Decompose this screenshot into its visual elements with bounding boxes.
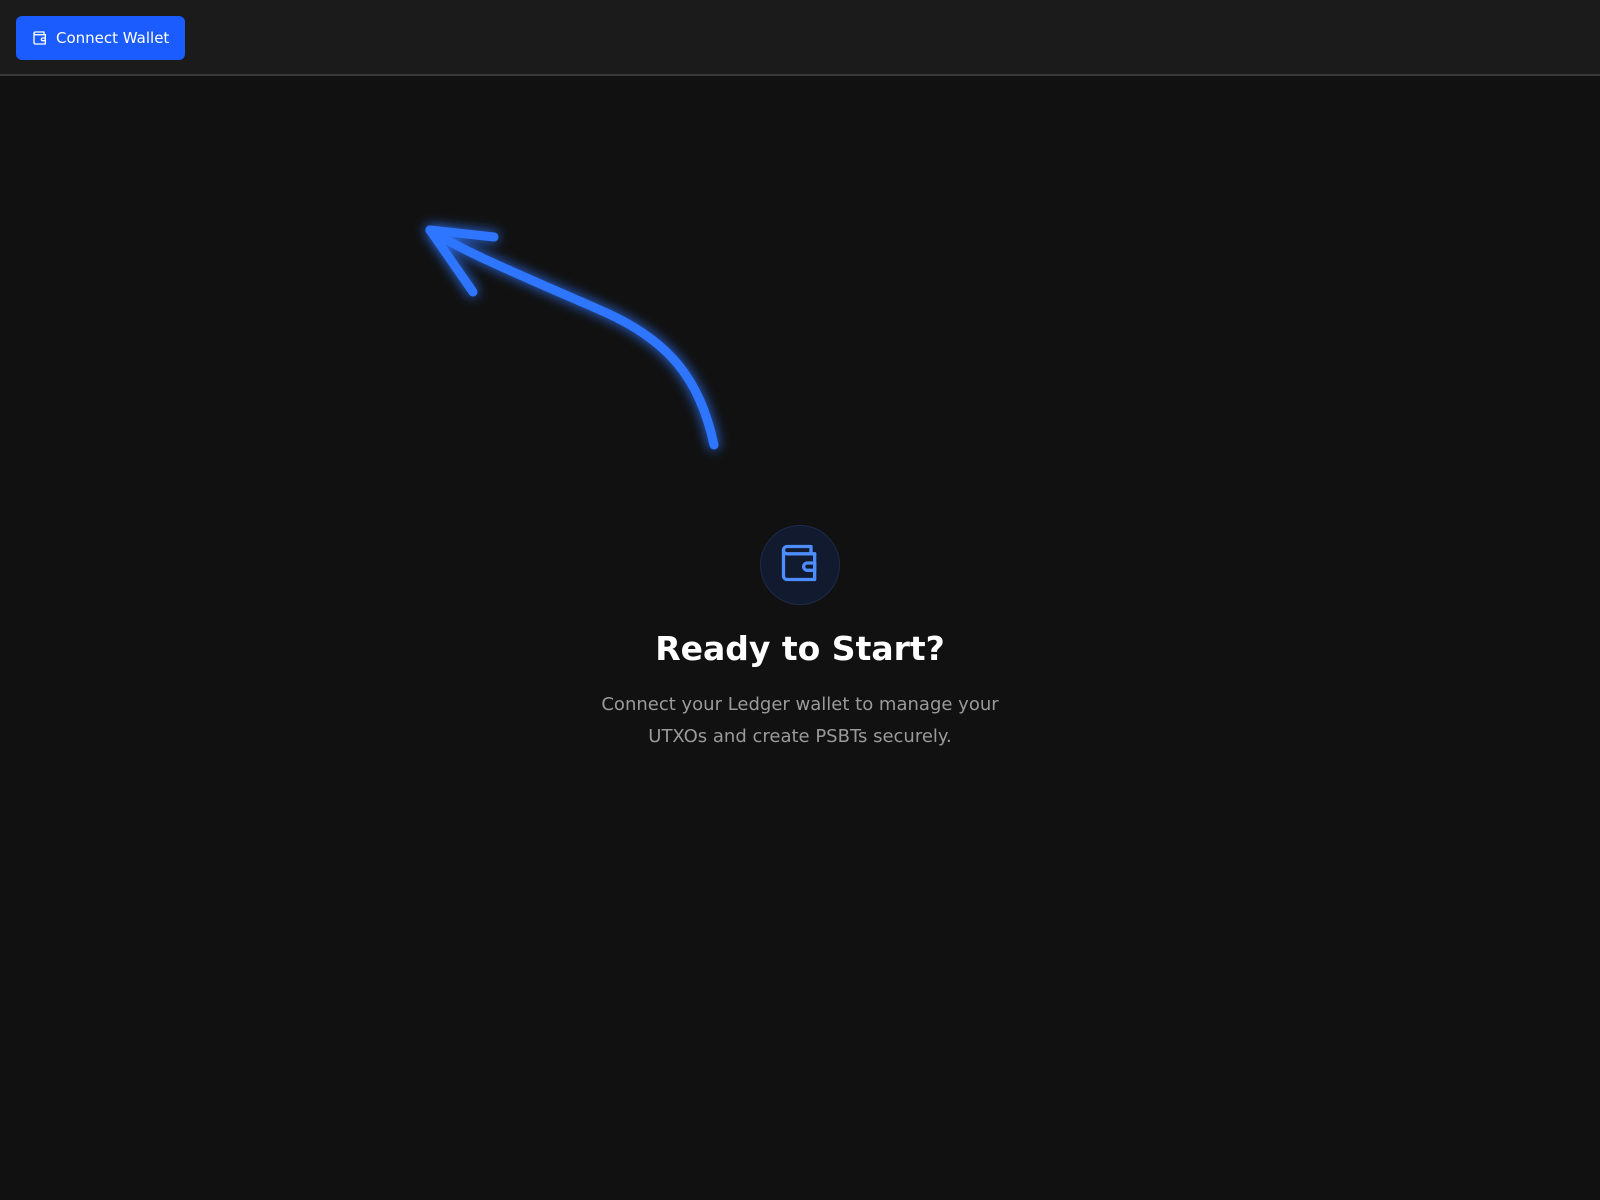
connect-wallet-button[interactable]: Connect Wallet bbox=[16, 16, 186, 60]
page-title: Ready to Start? bbox=[655, 629, 945, 668]
wallet-icon-badge bbox=[760, 525, 840, 605]
page-subtitle: Connect your Ledger wallet to manage you… bbox=[601, 694, 999, 747]
top-bar: Connect Wallet bbox=[0, 0, 1600, 76]
wallet-icon bbox=[32, 30, 48, 46]
connect-wallet-label: Connect Wallet bbox=[56, 29, 170, 47]
empty-state: Ready to Start? Connect your Ledger wall… bbox=[0, 525, 1600, 753]
pointer-arrow-icon bbox=[425, 225, 719, 450]
wallet-icon bbox=[778, 541, 822, 589]
